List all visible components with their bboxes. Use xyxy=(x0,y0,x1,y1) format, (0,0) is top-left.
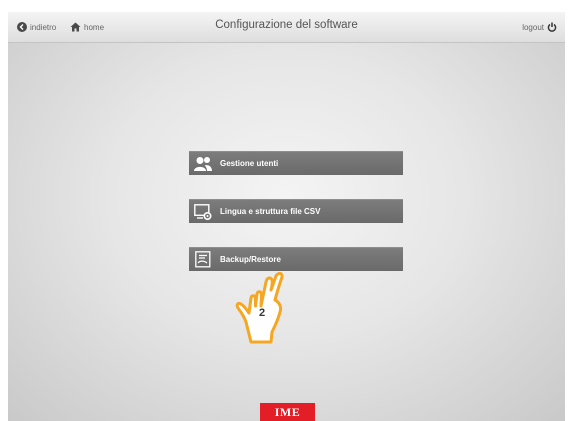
ime-logo: IME xyxy=(260,403,315,421)
step-number: 2 xyxy=(259,307,265,319)
power-icon xyxy=(547,22,557,32)
logout-button[interactable]: logout xyxy=(522,20,557,34)
users-management-label: Gestione utenti xyxy=(220,159,279,168)
language-csv-label: Lingua e struttura file CSV xyxy=(220,207,321,216)
language-csv-button[interactable]: Lingua e struttura file CSV xyxy=(189,199,403,223)
app-screen: indietro home Configurazione del softwar… xyxy=(8,12,565,421)
users-management-button[interactable]: Gestione utenti xyxy=(189,151,403,175)
logout-label: logout xyxy=(522,22,544,32)
page-title: Configurazione del software xyxy=(215,19,358,31)
pointing-hand-icon: 2 xyxy=(224,250,304,345)
backup-restore-icon xyxy=(194,251,212,269)
top-bar: indietro home Configurazione del softwar… xyxy=(8,12,565,43)
language-csv-icon xyxy=(194,203,212,221)
users-icon xyxy=(194,155,212,173)
